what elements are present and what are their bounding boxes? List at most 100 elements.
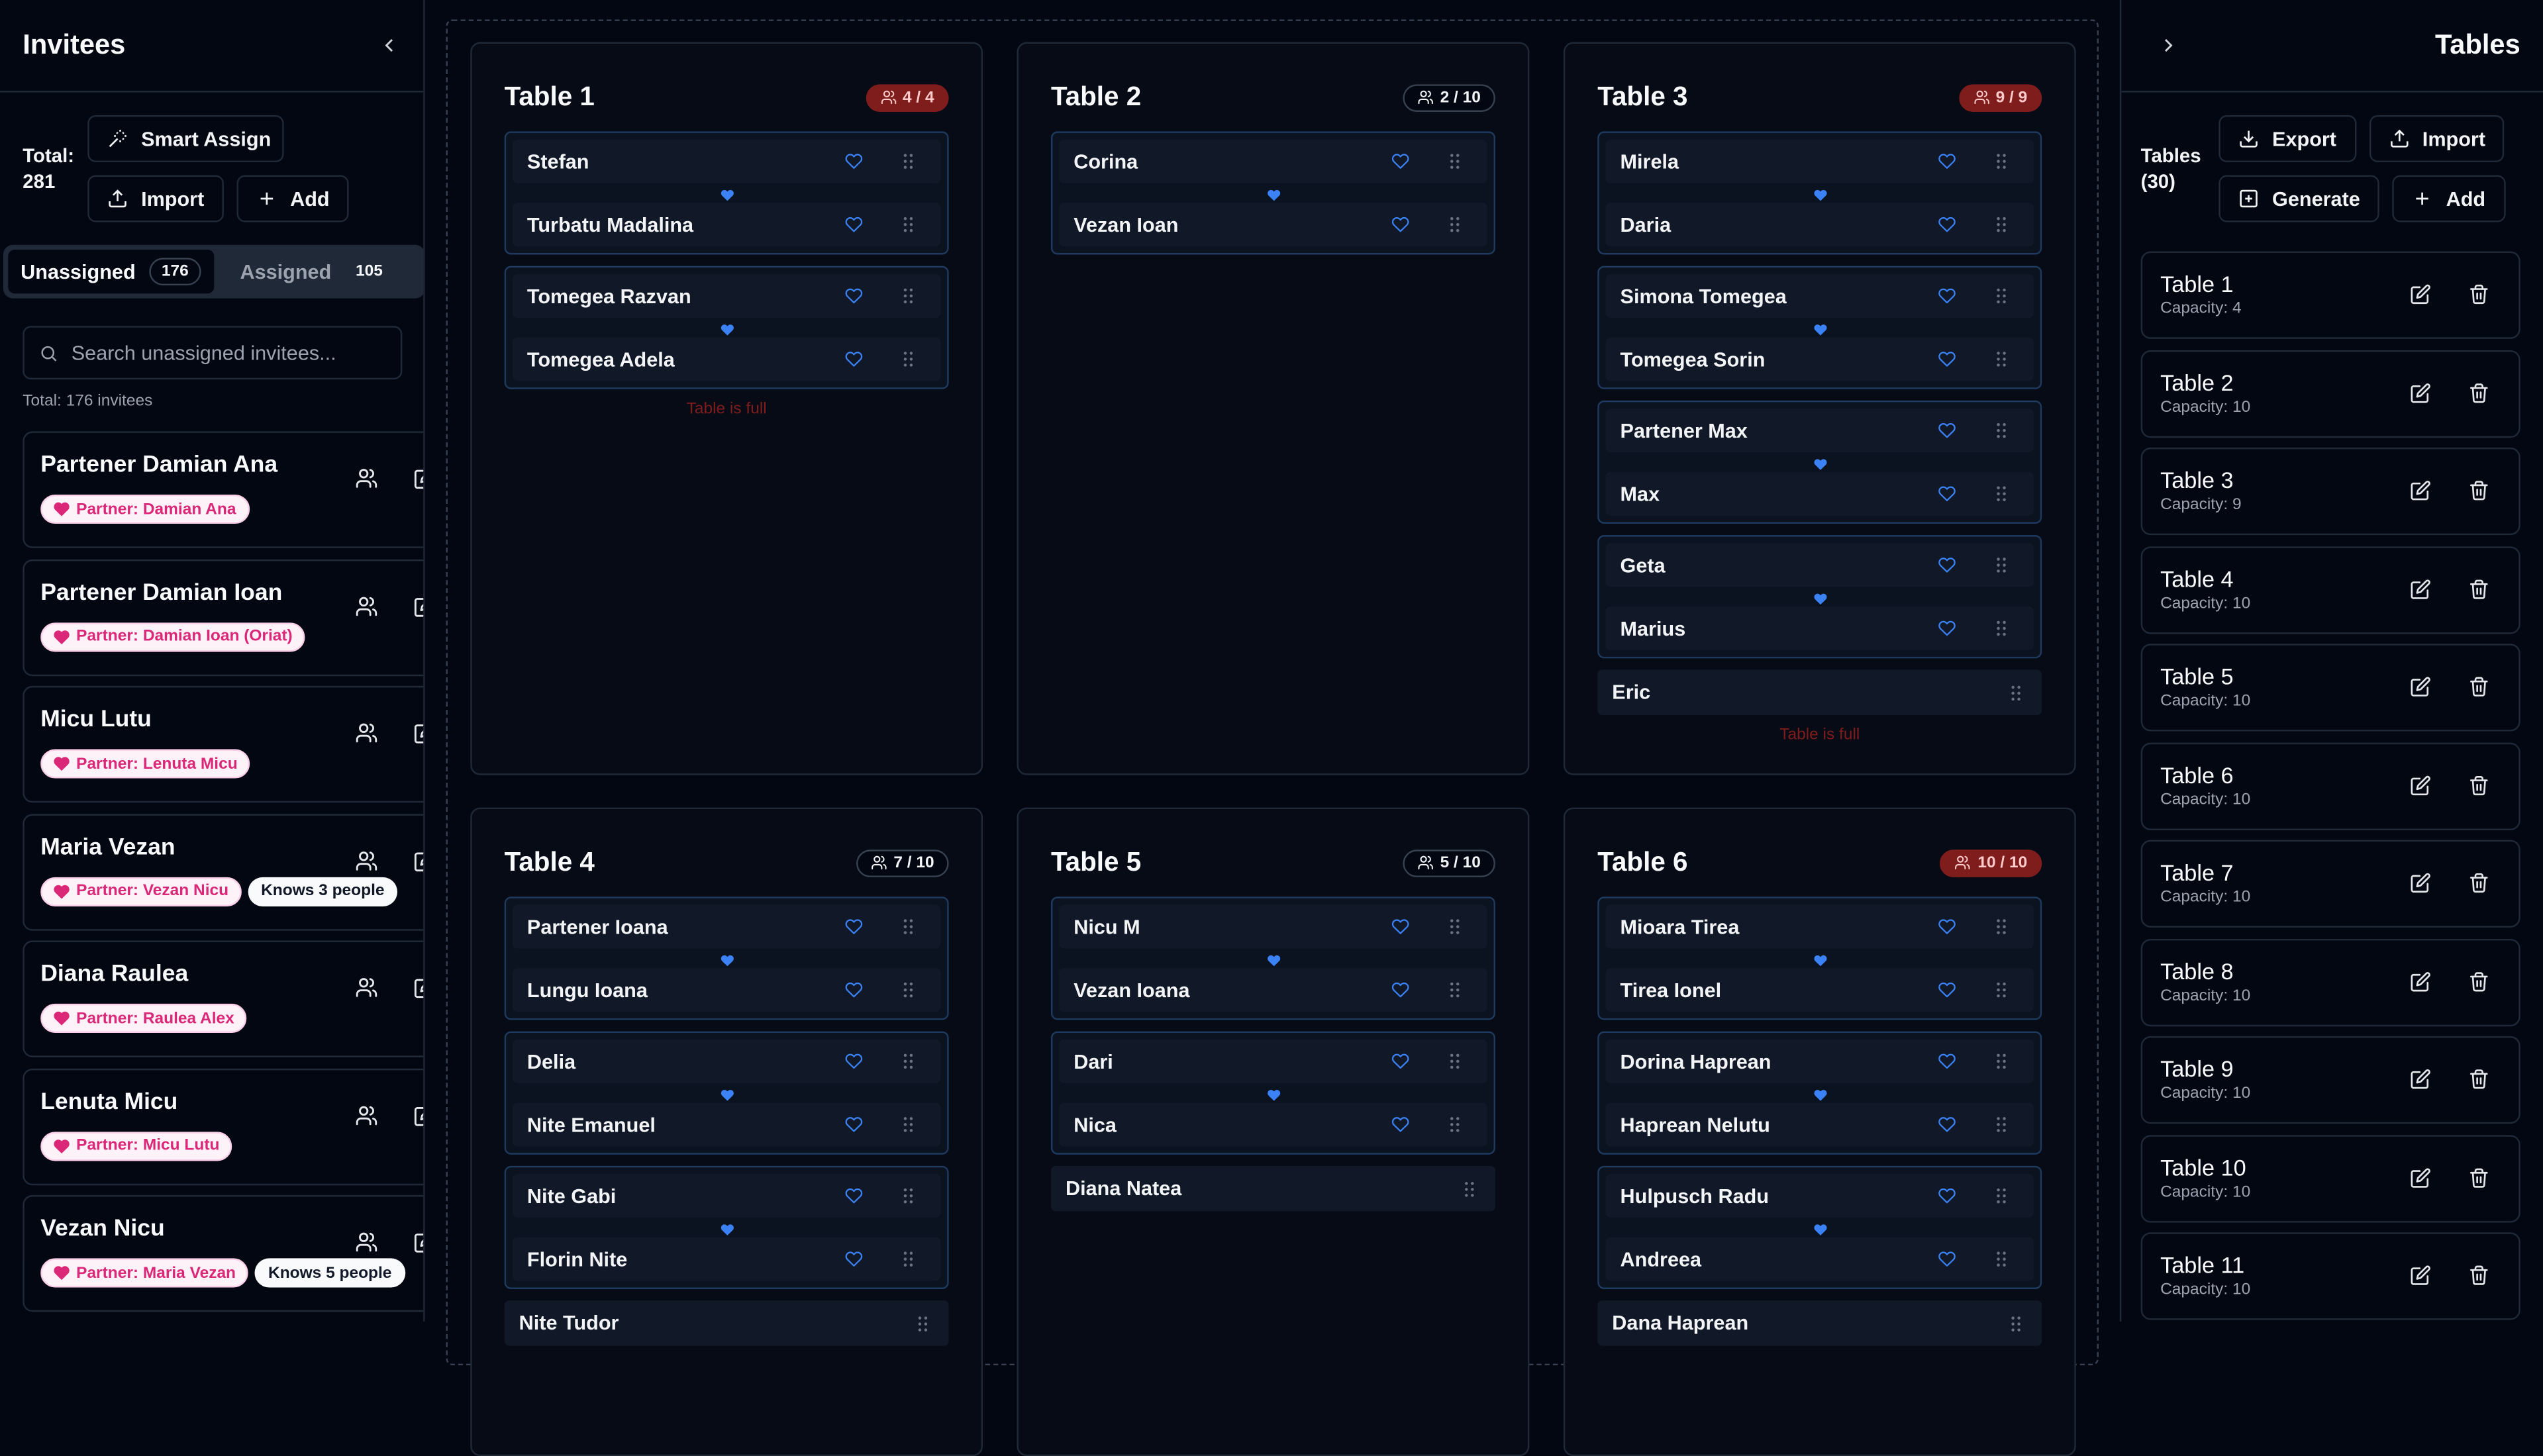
- heart-icon[interactable]: [1938, 556, 1956, 574]
- invitee-card[interactable]: Lenuta Micu Partner: Micu Lutu: [23, 1067, 424, 1185]
- board-dropzone[interactable]: Table 1 4 / 4 Stefan Turbatu Madalina To…: [446, 19, 2099, 1456]
- grip-icon[interactable]: [1448, 1052, 1462, 1070]
- table-list-item[interactable]: Table 8 Capacity: 10: [2140, 938, 2520, 1026]
- seated-guest[interactable]: Tomegea Sorin: [1605, 324, 2034, 381]
- edit-icon[interactable]: [2410, 873, 2431, 894]
- generate-button[interactable]: Generate: [2219, 175, 2380, 222]
- heart-icon[interactable]: [845, 918, 863, 936]
- heart-icon[interactable]: [1938, 350, 1956, 368]
- grip-icon[interactable]: [1995, 422, 2008, 440]
- edit-icon[interactable]: [413, 849, 424, 871]
- seated-guest[interactable]: Mirela: [1605, 139, 2034, 183]
- grip-icon[interactable]: [2009, 684, 2022, 702]
- heart-icon[interactable]: [1938, 918, 1956, 936]
- edit-icon[interactable]: [2410, 1265, 2431, 1286]
- grip-icon[interactable]: [902, 216, 915, 234]
- smart-assign-button[interactable]: Smart Assign: [87, 115, 284, 162]
- seated-guest[interactable]: Dana Haprean: [1597, 1300, 2042, 1346]
- heart-icon[interactable]: [845, 287, 863, 305]
- grip-icon[interactable]: [902, 918, 915, 936]
- heart-icon[interactable]: [1391, 152, 1409, 170]
- seated-guest[interactable]: Geta: [1605, 543, 2034, 587]
- seated-guest[interactable]: Lungu Ioana: [512, 955, 941, 1012]
- search-input[interactable]: Search unassigned invitees...: [23, 326, 403, 380]
- edit-icon[interactable]: [2410, 382, 2431, 403]
- heart-icon[interactable]: [845, 981, 863, 999]
- grip-icon[interactable]: [1995, 1250, 2008, 1268]
- heart-icon[interactable]: [1938, 620, 1956, 638]
- seated-guest[interactable]: Delia: [512, 1039, 941, 1083]
- grip-icon[interactable]: [1995, 1052, 2008, 1070]
- heart-icon[interactable]: [845, 350, 863, 368]
- seating-table[interactable]: Table 1 4 / 4 Stefan Turbatu Madalina To…: [470, 42, 983, 775]
- seated-guest[interactable]: Turbatu Madalina: [512, 189, 941, 247]
- heart-icon[interactable]: [1391, 918, 1409, 936]
- heart-icon[interactable]: [1938, 152, 1956, 170]
- trash-icon[interactable]: [2468, 1069, 2489, 1090]
- invitee-card[interactable]: Diana Raulea Partner: Raulea Alex: [23, 940, 424, 1057]
- couple-group[interactable]: Nite Gabi Florin Nite: [504, 1165, 949, 1289]
- edit-icon[interactable]: [2410, 1167, 2431, 1188]
- seating-table[interactable]: Table 4 7 / 10 Partener Ioana Lungu Ioan…: [470, 807, 983, 1456]
- trash-icon[interactable]: [2468, 774, 2489, 795]
- seated-guest[interactable]: Mioara Tirea: [1605, 904, 2034, 949]
- seated-guest[interactable]: Vezan Ioana: [1059, 955, 1487, 1012]
- trash-icon[interactable]: [2468, 382, 2489, 403]
- trash-icon[interactable]: [2468, 1265, 2489, 1286]
- couple-group[interactable]: Mirela Daria: [1597, 131, 2042, 255]
- edit-icon[interactable]: [2410, 971, 2431, 992]
- seated-guest[interactable]: Nicu M: [1059, 904, 1487, 949]
- heart-icon[interactable]: [1938, 485, 1956, 503]
- seating-table[interactable]: Table 2 2 / 10 Corina Vezan Ioan: [1017, 42, 1530, 775]
- table-list-item[interactable]: Table 10 Capacity: 10: [2140, 1134, 2520, 1222]
- users-icon[interactable]: [355, 467, 377, 489]
- trash-icon[interactable]: [2468, 676, 2489, 697]
- invitee-card[interactable]: Vezan Nicu Partner: Maria Vezan Knows 5 …: [23, 1194, 424, 1312]
- edit-icon[interactable]: [413, 722, 424, 744]
- grip-icon[interactable]: [1995, 620, 2008, 638]
- heart-icon[interactable]: [1938, 1052, 1956, 1070]
- couple-group[interactable]: Hulpusch Radu Andreea: [1597, 1165, 2042, 1289]
- grip-icon[interactable]: [902, 981, 915, 999]
- grip-icon[interactable]: [1995, 556, 2008, 574]
- users-icon[interactable]: [355, 976, 377, 998]
- edit-icon[interactable]: [2410, 1069, 2431, 1090]
- seating-table[interactable]: Table 3 9 / 9 Mirela Daria Simona Tomege…: [1563, 42, 2076, 775]
- edit-icon[interactable]: [2410, 284, 2431, 305]
- add-table-button[interactable]: Add: [2392, 175, 2505, 222]
- heart-icon[interactable]: [1391, 1116, 1409, 1134]
- edit-icon[interactable]: [413, 1104, 424, 1126]
- heart-icon[interactable]: [1391, 1052, 1409, 1070]
- couple-group[interactable]: Delia Nite Emanuel: [504, 1031, 949, 1155]
- grip-icon[interactable]: [902, 1250, 915, 1268]
- grip-icon[interactable]: [1448, 981, 1462, 999]
- grip-icon[interactable]: [1448, 918, 1462, 936]
- couple-group[interactable]: Corina Vezan Ioan: [1050, 131, 1495, 255]
- heart-icon[interactable]: [845, 1250, 863, 1268]
- users-icon[interactable]: [355, 595, 377, 617]
- couple-group[interactable]: Partener Max Max: [1597, 400, 2042, 524]
- import-invitees-button[interactable]: Import: [87, 175, 224, 222]
- trash-icon[interactable]: [2468, 1167, 2489, 1188]
- heart-icon[interactable]: [845, 216, 863, 234]
- collapse-right-chevron-icon[interactable]: [2157, 34, 2179, 56]
- heart-icon[interactable]: [1938, 981, 1956, 999]
- trash-icon[interactable]: [2468, 873, 2489, 894]
- heart-icon[interactable]: [1938, 216, 1956, 234]
- heart-icon[interactable]: [1938, 287, 1956, 305]
- grip-icon[interactable]: [1995, 1116, 2008, 1134]
- users-icon[interactable]: [355, 1231, 377, 1253]
- table-list-item[interactable]: Table 5 Capacity: 10: [2140, 644, 2520, 732]
- seated-guest[interactable]: Dari: [1059, 1039, 1487, 1083]
- grip-icon[interactable]: [917, 1315, 930, 1333]
- seated-guest[interactable]: Partener Max: [1605, 409, 2034, 453]
- seated-guest[interactable]: Tomegea Adela: [512, 324, 941, 381]
- seated-guest[interactable]: Florin Nite: [512, 1224, 941, 1281]
- invitee-card[interactable]: Micu Lutu Partner: Lenuta Micu: [23, 685, 424, 803]
- seated-guest[interactable]: Marius: [1605, 593, 2034, 651]
- heart-icon[interactable]: [1938, 1116, 1956, 1134]
- table-list-item[interactable]: Table 3 Capacity: 9: [2140, 447, 2520, 536]
- invitee-card[interactable]: Partener Damian Ana Partner: Damian Ana: [23, 431, 424, 548]
- grip-icon[interactable]: [1995, 287, 2008, 305]
- table-list-item[interactable]: Table 2 Capacity: 10: [2140, 349, 2520, 438]
